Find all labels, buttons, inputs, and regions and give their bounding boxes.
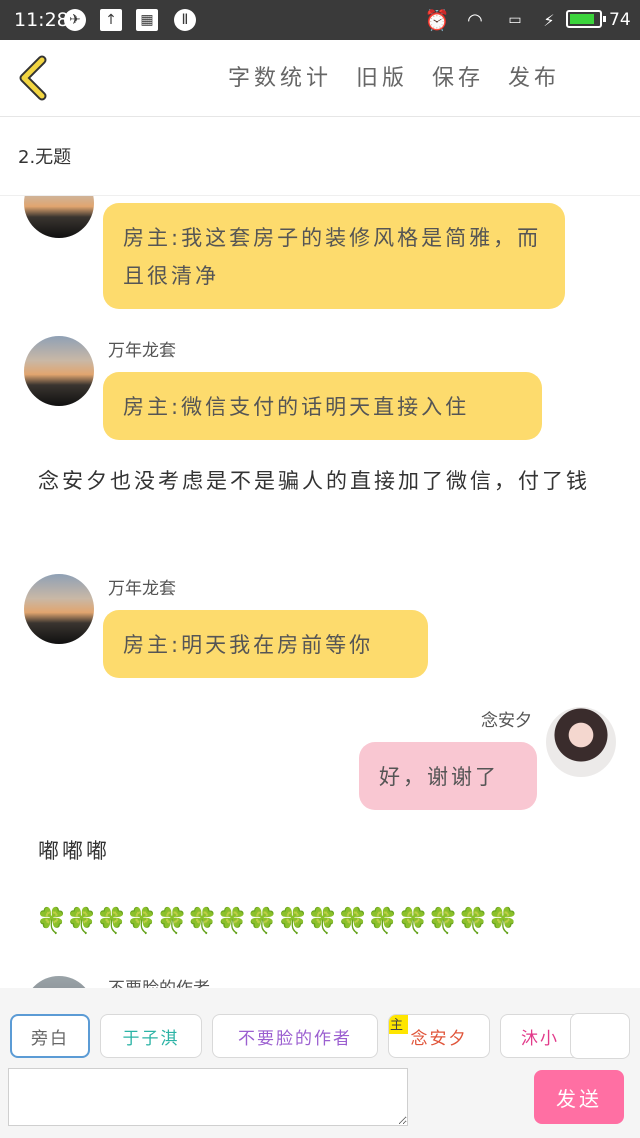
role-chip-label: 沐小 [521,1028,559,1049]
publish-button[interactable]: 发布 [508,60,560,92]
old-version-button[interactable]: 旧版 [356,60,408,92]
chapter-title-row[interactable]: 2.无题 [0,117,640,196]
speaker-name: 念安夕 [481,711,532,731]
speaker-name: 万年龙套 [108,579,176,599]
chapter-title: 2.无题 [18,147,72,168]
word-count-button[interactable]: 字数统计 [228,60,332,92]
message-text: 房主:明天我在房前等你 [123,633,374,657]
app-notification-icon: ✈ [64,9,86,31]
avatar[interactable] [24,976,94,988]
battery-icon [566,10,606,28]
avatar[interactable] [24,336,94,406]
message-text: 房主:我这套房子的装修风格是简雅，而且很清净 [123,226,542,288]
chevron-left-icon [19,55,47,101]
charging-icon: ⚡ [543,10,555,30]
header-actions: 字数统计 旧版 保存 发布 [228,60,560,92]
speaker-name: 不要脸的作者 [108,974,210,988]
back-button[interactable] [14,54,54,102]
composer-bar: 旁白 于子淇 不要脸的作者 主 念安夕 沐小 发送 [0,988,640,1138]
role-chip-narrator[interactable]: 旁白 [10,1014,90,1058]
role-chip[interactable]: 不要脸的作者 [212,1014,378,1058]
role-chip[interactable]: 于子淇 [100,1014,202,1058]
host-badge: 主 [389,1015,409,1034]
message-input[interactable] [8,1068,408,1126]
narration-text[interactable]: 嘟嘟嘟 [38,832,110,870]
save-button[interactable]: 保存 [432,60,484,92]
message-bubble[interactable]: 好，谢谢了 [359,742,537,810]
narration-text[interactable]: 念安夕也没考虑是不是骗人的直接加了微信，付了钱 [38,462,598,500]
message-bubble[interactable]: 房主:明天我在房前等你 [103,610,428,678]
narration-clover-line[interactable]: 🍀🍀🍀🍀🍀🍀🍀🍀🍀🍀🍀🍀🍀🍀🍀🍀 [36,902,519,940]
status-bar: 11:28 ✈ ↑ ▦ Ⅱ ⏰ ◠ ▭ ⚡ 74 [0,0,640,40]
avatar[interactable] [24,196,94,238]
pause-icon: Ⅱ [174,9,196,31]
role-chip-label: 于子淇 [122,1028,180,1049]
message-bubble[interactable]: 房主:微信支付的话明天直接入住 [103,372,542,440]
send-button[interactable]: 发送 [534,1070,624,1124]
top-app-bar: 字数统计 旧版 保存 发布 [0,40,640,117]
message-text: 好，谢谢了 [379,765,499,789]
battery-percent: 74 [609,10,631,30]
wifi-icon: ◠ [467,9,483,31]
role-chip-label: 旁白 [31,1028,69,1049]
role-chip[interactable]: 主 念安夕 [388,1014,490,1058]
speaker-name: 万年龙套 [108,341,176,361]
image-icon: ▦ [136,9,158,31]
role-chip-label: 念安夕 [410,1028,468,1049]
message-text: 房主:微信支付的话明天直接入住 [123,395,470,419]
role-chip-label: 不要脸的作者 [238,1028,352,1049]
chat-area[interactable]: 房主:我这套房子的装修风格是简雅，而且很清净 万年龙套 房主:微信支付的话明天直… [0,196,640,988]
send-button-label: 发送 [556,1086,602,1111]
avatar[interactable] [546,707,616,777]
status-time: 11:28 [14,9,69,31]
upload-icon: ↑ [100,9,122,31]
add-role-button[interactable] [570,1013,630,1059]
screen-rotate-icon: ▭ [508,12,522,28]
avatar[interactable] [24,574,94,644]
message-bubble[interactable]: 房主:我这套房子的装修风格是简雅，而且很清净 [103,203,565,309]
alarm-icon: ⏰ [424,8,450,32]
